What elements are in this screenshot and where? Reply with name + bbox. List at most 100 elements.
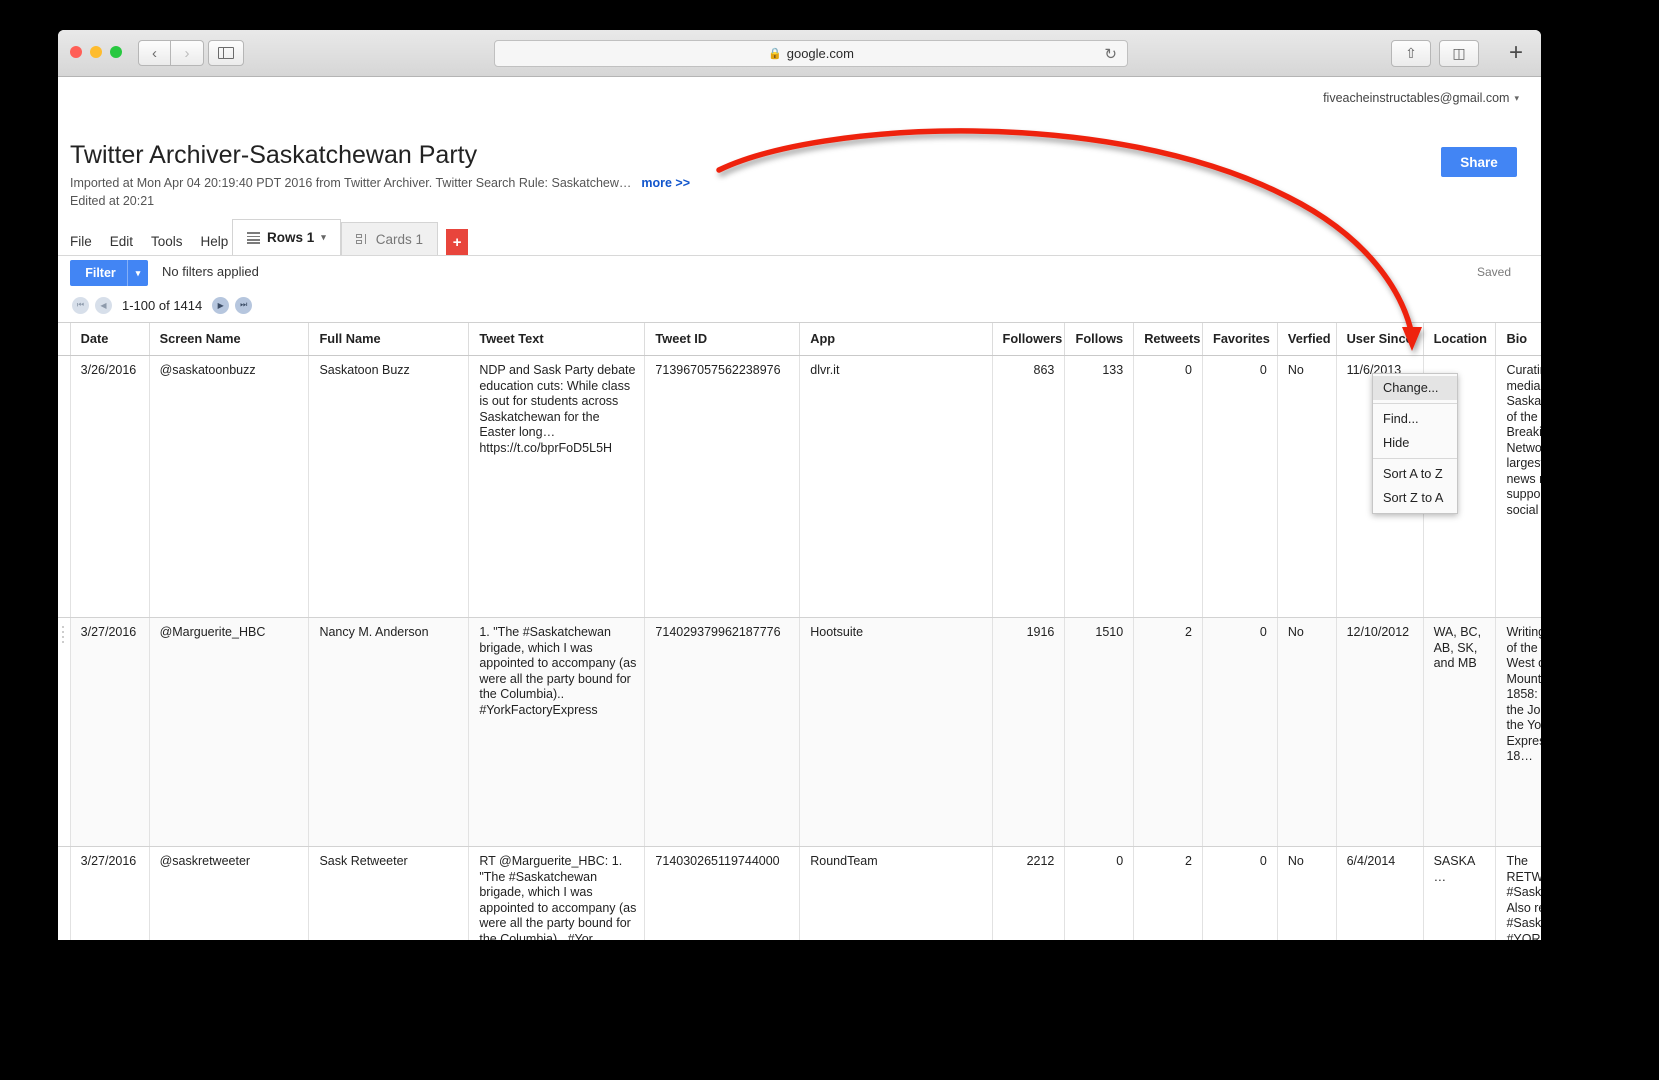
- menu-item-help[interactable]: Help: [201, 234, 229, 249]
- tab-cards[interactable]: Cards 1: [341, 222, 438, 255]
- page-content: fiveacheinstructables@gmail.com ▾ Share …: [58, 77, 1541, 940]
- cell-screen-name: @saskatoonbuzz: [149, 356, 309, 618]
- table-row[interactable]: 3/27/2016 @Marguerite_HBC Nancy M. Ander…: [58, 618, 1541, 847]
- cell-retweets: 2: [1134, 847, 1203, 941]
- share-icon[interactable]: ⇧: [1391, 40, 1431, 67]
- menu-item-hide[interactable]: Hide: [1373, 431, 1457, 455]
- sidebar-toggle-icon[interactable]: [208, 40, 244, 66]
- cell-tweet-text: 1. "The #Saskatchewan brigade, which I w…: [469, 618, 645, 847]
- cell-location: WA, BC, AB, SK, and MB: [1423, 618, 1496, 847]
- minimize-window-button[interactable]: [90, 46, 102, 58]
- navigation-buttons: ‹ ›: [138, 40, 204, 66]
- row-handle[interactable]: [58, 356, 70, 618]
- share-button[interactable]: Share: [1441, 147, 1517, 177]
- column-header-user-since[interactable]: User Since: [1336, 323, 1423, 356]
- cell-tweet-id: 714030265119744000: [645, 847, 800, 941]
- cell-verfied: No: [1277, 356, 1336, 618]
- cell-full-name: Saskatoon Buzz: [309, 356, 469, 618]
- table-row[interactable]: 3/27/2016 @saskretweeter Sask Retweeter …: [58, 847, 1541, 941]
- edited-timestamp: Edited at 20:21: [70, 194, 154, 208]
- filter-button-label: Filter: [70, 266, 127, 280]
- close-window-button[interactable]: [70, 46, 82, 58]
- column-header-location[interactable]: Location: [1423, 323, 1496, 356]
- column-header-verfied[interactable]: Verfied: [1277, 323, 1336, 356]
- cell-follows: 133: [1065, 356, 1134, 618]
- browser-titlebar: ‹ › 🔒 google.com ↻ ⇧ ◫ +: [58, 30, 1541, 77]
- filter-status-text: No filters applied: [162, 264, 259, 279]
- view-tabs: Rows 1 ▾ Cards 1 +: [232, 219, 468, 255]
- cards-icon: [356, 234, 369, 245]
- forward-icon[interactable]: ›: [171, 40, 204, 66]
- titlebar-actions: ⇧ ◫: [1391, 40, 1479, 67]
- table-row[interactable]: 3/26/2016 @saskatoonbuzz Saskatoon Buzz …: [58, 356, 1541, 618]
- address-bar[interactable]: 🔒 google.com ↻: [494, 40, 1128, 67]
- column-header-follows[interactable]: Follows: [1065, 323, 1134, 356]
- account-email: fiveacheinstructables@gmail.com: [1323, 91, 1509, 105]
- row-handle[interactable]: [58, 847, 70, 941]
- column-header-date[interactable]: Date: [70, 323, 149, 356]
- cell-app: Hootsuite: [800, 618, 992, 847]
- chevron-down-icon[interactable]: ▾: [321, 232, 326, 243]
- cell-tweet-id: 713967057562238976: [645, 356, 800, 618]
- column-header-screen-name[interactable]: Screen Name: [149, 323, 309, 356]
- column-header-full-name[interactable]: Full Name: [309, 323, 469, 356]
- lock-icon: 🔒: [768, 47, 782, 60]
- cell-date: 3/27/2016: [70, 618, 149, 847]
- cell-favorites: 0: [1203, 847, 1278, 941]
- new-tab-icon[interactable]: +: [1509, 42, 1523, 64]
- cell-date: 3/26/2016: [70, 356, 149, 618]
- column-header-app[interactable]: App: [800, 323, 992, 356]
- last-page-button[interactable]: ⏭: [235, 297, 252, 314]
- cell-user-since: 6/4/2014: [1336, 847, 1423, 941]
- cell-followers: 1916: [992, 618, 1065, 847]
- row-handle-header: [58, 323, 70, 356]
- menu-item-edit[interactable]: Edit: [110, 234, 133, 249]
- saved-status: Saved: [1477, 265, 1511, 279]
- column-header-favorites[interactable]: Favorites: [1203, 323, 1278, 356]
- row-handle[interactable]: [58, 618, 70, 847]
- column-header-followers[interactable]: Followers: [992, 323, 1065, 356]
- cell-followers: 2212: [992, 847, 1065, 941]
- maximize-window-button[interactable]: [110, 46, 122, 58]
- data-table: Date Screen Name Full Name Tweet Text Tw…: [58, 323, 1541, 940]
- show-tabs-icon[interactable]: ◫: [1439, 40, 1479, 67]
- cell-verfied: No: [1277, 618, 1336, 847]
- column-header-tweet-id[interactable]: Tweet ID: [645, 323, 800, 356]
- first-page-button[interactable]: ⏮: [72, 297, 89, 314]
- next-page-button[interactable]: ▶: [212, 297, 229, 314]
- column-context-menu[interactable]: Change... Find... Hide Sort A to Z Sort …: [1372, 373, 1458, 514]
- column-header-retweets[interactable]: Retweets: [1134, 323, 1203, 356]
- menu-item-sort-z-a[interactable]: Sort Z to A: [1373, 486, 1457, 510]
- column-header-bio[interactable]: Bio: [1496, 323, 1541, 356]
- cell-retweets: 0: [1134, 356, 1203, 618]
- previous-page-button[interactable]: ◀: [95, 297, 112, 314]
- cell-date: 3/27/2016: [70, 847, 149, 941]
- menu-item-change[interactable]: Change...: [1373, 376, 1457, 400]
- cell-app: RoundTeam: [800, 847, 992, 941]
- more-link[interactable]: more >>: [641, 176, 690, 190]
- import-info-text: Imported at Mon Apr 04 20:19:40 PDT 2016…: [70, 176, 631, 190]
- tab-rows[interactable]: Rows 1 ▾: [232, 219, 341, 255]
- back-icon[interactable]: ‹: [138, 40, 171, 66]
- menu-divider: [1373, 403, 1457, 404]
- cell-screen-name: @saskretweeter: [149, 847, 309, 941]
- cell-app: dlvr.it: [800, 356, 992, 618]
- column-header-tweet-text[interactable]: Tweet Text: [469, 323, 645, 356]
- menu-divider: [1373, 458, 1457, 459]
- filter-button[interactable]: Filter ▾: [70, 260, 148, 286]
- menu-item-sort-a-z[interactable]: Sort A to Z: [1373, 462, 1457, 486]
- cell-screen-name: @Marguerite_HBC: [149, 618, 309, 847]
- chevron-down-icon[interactable]: ▾: [128, 268, 148, 279]
- cell-full-name: Nancy M. Anderson: [309, 618, 469, 847]
- account-indicator[interactable]: fiveacheinstructables@gmail.com ▾: [1323, 91, 1519, 105]
- cell-full-name: Sask Retweeter: [309, 847, 469, 941]
- filter-toolbar: Filter ▾ No filters applied Saved: [58, 255, 1541, 288]
- menu-item-file[interactable]: File: [70, 234, 92, 249]
- cell-verfied: No: [1277, 847, 1336, 941]
- menu-item-tools[interactable]: Tools: [151, 234, 183, 249]
- add-view-button[interactable]: +: [446, 229, 468, 255]
- chevron-down-icon[interactable]: ▾: [1514, 93, 1519, 104]
- data-table-container[interactable]: Date Screen Name Full Name Tweet Text Tw…: [58, 322, 1541, 940]
- reload-icon[interactable]: ↻: [1104, 45, 1117, 63]
- menu-item-find[interactable]: Find...: [1373, 407, 1457, 431]
